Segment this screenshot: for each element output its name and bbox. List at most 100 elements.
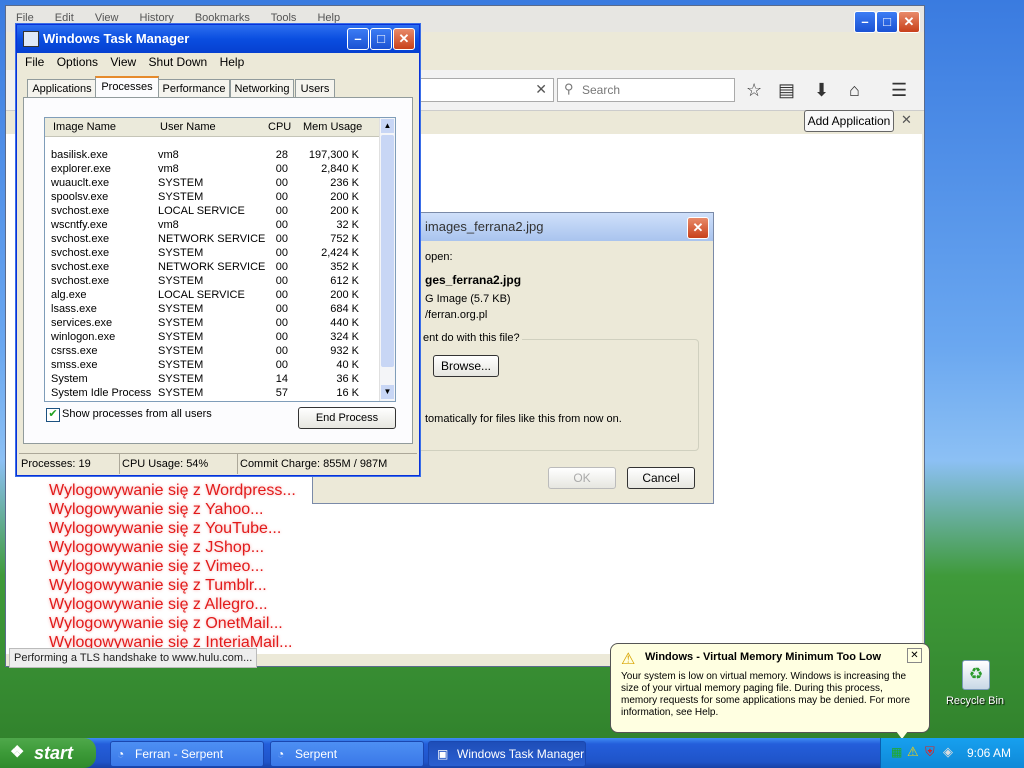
process-name: svchost.exe <box>51 275 110 287</box>
process-row[interactable]: lsass.exe SYSTEM 00 684 K <box>45 303 379 317</box>
scroll-thumb[interactable] <box>381 135 394 367</box>
browser-maximize-button[interactable]: □ <box>876 11 898 33</box>
tray-network-icon[interactable]: ▦ <box>891 745 902 759</box>
serpent-app-icon: ◔ <box>117 747 125 761</box>
col-user-name[interactable]: User Name <box>160 121 216 133</box>
process-row[interactable]: winlogon.exe SYSTEM 00 324 K <box>45 331 379 345</box>
process-row[interactable]: svchost.exe SYSTEM 00 612 K <box>45 275 379 289</box>
cancel-button[interactable]: Cancel <box>627 467 695 489</box>
browse-button[interactable]: Browse... <box>433 355 499 377</box>
process-row[interactable]: System Idle Process SYSTEM 57 16 K <box>45 387 379 401</box>
process-user: vm8 <box>158 149 179 161</box>
process-list-scrollbar[interactable]: ▲ ▼ <box>379 118 395 401</box>
start-button[interactable]: ❖ start <box>0 738 96 768</box>
tm-close-button[interactable]: ✕ <box>393 28 415 50</box>
process-cpu: 00 <box>275 345 288 357</box>
process-row[interactable]: svchost.exe LOCAL SERVICE 00 200 K <box>45 205 379 219</box>
task-label: Ferran - Serpent <box>135 747 224 761</box>
process-row[interactable]: explorer.exe vm8 00 2,840 K <box>45 163 379 177</box>
process-cpu: 00 <box>275 289 288 301</box>
auto-action-label[interactable]: tomatically for files like this from now… <box>425 413 622 425</box>
tm-maximize-button[interactable]: □ <box>370 28 392 50</box>
tab-users[interactable]: Users <box>295 79 335 98</box>
process-list[interactable]: Image Name User Name CPU Mem Usage basil… <box>44 117 396 402</box>
process-row[interactable]: basilisk.exe vm8 28 197,300 K <box>45 149 379 163</box>
browser-menu-edit[interactable]: Edit <box>55 12 74 24</box>
browser-menu-help[interactable]: Help <box>317 12 340 24</box>
bookmark-star-icon[interactable]: ☆ <box>746 80 762 101</box>
process-cpu: 00 <box>275 163 288 175</box>
add-application-button[interactable]: Add Application <box>804 110 894 132</box>
browser-menu-file[interactable]: File <box>16 12 34 24</box>
scroll-down-arrow-icon[interactable]: ▼ <box>381 385 394 399</box>
url-bar[interactable]: ✕ <box>416 78 554 102</box>
process-name: lsass.exe <box>51 303 97 315</box>
browser-close-button[interactable]: ✕ <box>898 11 920 33</box>
tm-menu-view[interactable]: View <box>110 55 136 69</box>
process-mem: 32 K <box>336 219 359 231</box>
tray-clock[interactable]: 9:06 AM <box>967 746 1011 760</box>
tab-networking[interactable]: Networking <box>230 79 294 98</box>
process-row[interactable]: alg.exe LOCAL SERVICE 00 200 K <box>45 289 379 303</box>
search-box[interactable]: ⚲ Search <box>557 78 735 102</box>
col-cpu[interactable]: CPU <box>268 121 291 133</box>
tm-minimize-button[interactable]: – <box>347 28 369 50</box>
reading-list-icon[interactable]: ▤ <box>778 80 795 101</box>
process-user: NETWORK SERVICE <box>158 233 266 245</box>
process-name: svchost.exe <box>51 233 110 245</box>
tray-display-icon[interactable]: ◈ <box>943 744 953 760</box>
logout-line: Wylogowywanie się z Yahoo... <box>49 501 264 518</box>
process-name: System <box>51 373 88 385</box>
task-manager-window: Windows Task Manager – □ ✕ File Options … <box>16 24 420 476</box>
process-user: SYSTEM <box>158 247 204 259</box>
tray-security-icon[interactable]: ⛨ <box>925 744 935 760</box>
process-list-header: Image Name User Name CPU Mem Usage <box>45 118 379 137</box>
tm-menu-options[interactable]: Options <box>57 55 98 69</box>
end-process-button[interactable]: End Process <box>298 407 396 429</box>
tab-applications[interactable]: Applications <box>27 79 97 98</box>
browser-menu-tools[interactable]: Tools <box>271 12 297 24</box>
recycle-bin-label[interactable]: Recycle Bin <box>940 695 1010 707</box>
downloads-icon[interactable]: ⬇ <box>814 80 829 101</box>
tray-warning-icon[interactable]: ⚠ <box>907 744 919 760</box>
clear-url-icon[interactable]: ✕ <box>535 81 547 98</box>
process-row[interactable]: smss.exe SYSTEM 00 40 K <box>45 359 379 373</box>
process-row[interactable]: wscntfy.exe vm8 00 32 K <box>45 219 379 233</box>
col-mem-usage[interactable]: Mem Usage <box>303 121 362 133</box>
col-image-name[interactable]: Image Name <box>53 121 116 133</box>
tm-menu-file[interactable]: File <box>25 55 44 69</box>
show-all-users-label[interactable]: Show processes from all users <box>62 408 212 420</box>
tm-menu-help[interactable]: Help <box>220 55 245 69</box>
show-all-users-checkbox[interactable]: ✔ <box>46 408 60 422</box>
task-ferran-serpent[interactable]: ◔ Ferran - Serpent <box>110 741 264 767</box>
browser-minimize-button[interactable]: – <box>854 11 876 33</box>
ok-button[interactable]: OK <box>548 467 616 489</box>
process-row[interactable]: System SYSTEM 14 36 K <box>45 373 379 387</box>
process-row[interactable]: svchost.exe SYSTEM 00 2,424 K <box>45 247 379 261</box>
task-label: Windows Task Manager <box>457 747 585 761</box>
task-serpent[interactable]: ◔ Serpent <box>270 741 424 767</box>
process-row[interactable]: svchost.exe NETWORK SERVICE 00 352 K <box>45 261 379 275</box>
process-row[interactable]: spoolsv.exe SYSTEM 00 200 K <box>45 191 379 205</box>
browser-menu-history[interactable]: History <box>140 12 174 24</box>
process-name: wscntfy.exe <box>51 219 108 231</box>
close-notification-icon[interactable]: ✕ <box>901 112 912 128</box>
process-row[interactable]: svchost.exe NETWORK SERVICE 00 752 K <box>45 233 379 247</box>
scroll-up-arrow-icon[interactable]: ▲ <box>381 119 394 133</box>
task-windows-task-manager[interactable]: ▣ Windows Task Manager <box>428 741 586 767</box>
download-dialog-close-button[interactable]: ✕ <box>687 217 709 239</box>
home-icon[interactable]: ⌂ <box>849 80 860 101</box>
recycle-bin-icon[interactable]: ♻ <box>962 660 990 690</box>
process-row[interactable]: csrss.exe SYSTEM 00 932 K <box>45 345 379 359</box>
balloon-close-icon[interactable]: ✕ <box>907 648 922 663</box>
file-source: /ferran.org.pl <box>425 309 488 321</box>
process-row[interactable]: wuauclt.exe SYSTEM 00 236 K <box>45 177 379 191</box>
process-cpu: 00 <box>275 205 288 217</box>
hamburger-menu-icon[interactable]: ☰ <box>891 80 907 101</box>
tm-menu-shutdown[interactable]: Shut Down <box>149 55 208 69</box>
process-row[interactable]: services.exe SYSTEM 00 440 K <box>45 317 379 331</box>
browser-menu-view[interactable]: View <box>95 12 119 24</box>
process-name: svchost.exe <box>51 205 110 217</box>
tab-performance[interactable]: Performance <box>158 79 230 98</box>
browser-menu-bookmarks[interactable]: Bookmarks <box>195 12 250 24</box>
